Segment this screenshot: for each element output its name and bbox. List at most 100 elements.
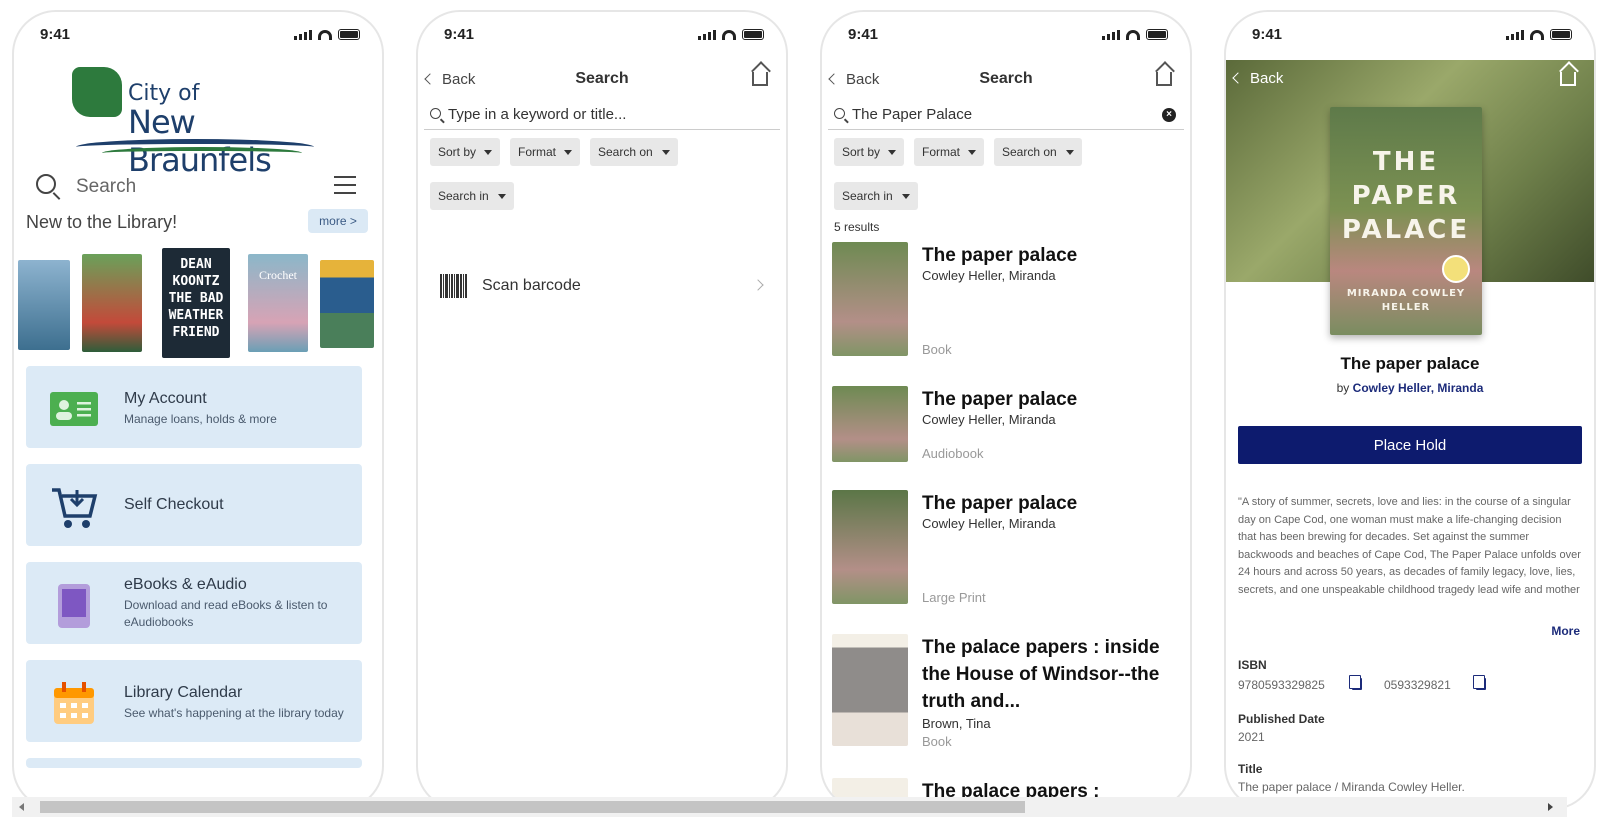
chevron-left-icon (1232, 72, 1244, 84)
format-dropdown[interactable]: Format (914, 138, 984, 166)
back-label: Back (1250, 70, 1284, 87)
search-field[interactable]: Type in a keyword or title... (424, 102, 780, 130)
book-cover-4[interactable]: Crochet (248, 254, 308, 352)
hamburger-menu-icon[interactable] (334, 176, 356, 194)
home-icon[interactable] (1156, 72, 1172, 86)
result-cover[interactable] (832, 490, 908, 604)
home-icon[interactable] (1560, 72, 1576, 86)
result-format: Book (922, 734, 952, 749)
book-cover-3-title: DEAN KOONTZ THE BAD WEATHER FRIEND (168, 257, 224, 340)
author-link[interactable]: Cowley Heller, Miranda (1353, 381, 1484, 395)
caret-down-icon (968, 150, 976, 155)
cover-title-line-3: PALACE (1341, 215, 1471, 245)
caret-down-icon (564, 150, 572, 155)
place-hold-button[interactable]: Place Hold (1238, 426, 1582, 464)
book-cover-3[interactable]: DEAN KOONTZ THE BAD WEATHER FRIEND (162, 248, 230, 358)
more-link[interactable]: More (1551, 624, 1580, 638)
copy-icon[interactable] (1473, 675, 1486, 690)
nav-bar: Back Search (418, 68, 786, 98)
signal-icon (294, 30, 312, 40)
scroll-right-arrow-icon[interactable] (1548, 803, 1553, 811)
nav-title: Search (979, 70, 1033, 87)
published-date-value: 2021 (1238, 730, 1265, 744)
book-club-badge (1442, 255, 1470, 283)
format-dropdown[interactable]: Format (510, 138, 580, 166)
result-item[interactable]: The paper palace Cowley Heller, Miranda … (832, 242, 1180, 362)
search-on-dropdown[interactable]: Search on (590, 138, 678, 166)
menu-my-account-title: My Account (124, 390, 207, 407)
signal-icon (1102, 30, 1120, 40)
menu-my-account-subtitle: Manage loans, holds & more (124, 412, 277, 426)
result-title[interactable]: The paper palace (922, 490, 1167, 517)
scan-barcode-row[interactable]: Scan barcode (440, 274, 770, 300)
menu-self-checkout[interactable]: Self Checkout (26, 464, 362, 546)
menu-ebooks-subtitle: Download and read eBooks & listen to eAu… (124, 598, 328, 629)
home-search-input[interactable]: Search (76, 176, 136, 198)
phone-search-screen: 9:41 Back Search Type in a keyword or ti… (416, 10, 788, 810)
search-icon[interactable] (36, 174, 56, 194)
result-item[interactable]: The paper palace Cowley Heller, Miranda … (832, 490, 1180, 610)
home-search-row[interactable]: Search (32, 170, 364, 206)
battery-icon (742, 29, 764, 40)
signal-icon (1506, 30, 1524, 40)
wifi-icon (1126, 30, 1140, 40)
sort-by-dropdown[interactable]: Sort by (430, 138, 500, 166)
menu-next-partial[interactable] (26, 758, 362, 768)
status-time: 9:41 (1252, 26, 1283, 43)
new-items-carousel[interactable]: DEAN KOONTZ THE BAD WEATHER FRIEND Croch… (18, 248, 374, 360)
battery-icon (338, 29, 360, 40)
book-cover-1[interactable] (18, 260, 70, 350)
search-icon (430, 108, 441, 119)
scroll-left-arrow-icon[interactable] (19, 803, 24, 811)
detail-title: The paper palace (1340, 354, 1480, 373)
result-title[interactable]: The palace papers : inside the House of … (922, 634, 1167, 715)
result-format: Audiobook (922, 446, 984, 461)
caret-down-icon (662, 150, 670, 155)
book-cover-2[interactable] (82, 254, 142, 352)
caret-down-icon (888, 150, 896, 155)
search-on-dropdown[interactable]: Search on (994, 138, 1082, 166)
published-date-label: Published Date (1238, 712, 1325, 726)
caret-down-icon (498, 194, 506, 199)
clear-search-icon[interactable]: × (1162, 108, 1176, 122)
scrollbar-thumb[interactable] (40, 801, 1025, 813)
result-format: Book (922, 342, 952, 357)
wifi-icon (722, 30, 736, 40)
tablet-icon (50, 584, 98, 628)
status-icons (698, 29, 764, 40)
result-cover[interactable] (832, 242, 908, 356)
cart-icon (50, 486, 98, 528)
status-bar: 9:41 (418, 26, 786, 46)
result-cover[interactable] (832, 386, 908, 462)
search-in-dropdown[interactable]: Search in (430, 182, 514, 210)
wifi-icon (318, 30, 332, 40)
home-icon[interactable] (752, 72, 768, 86)
menu-library-calendar[interactable]: Library Calendar See what's happening at… (26, 660, 362, 742)
result-cover[interactable] (832, 634, 908, 746)
title-label: Title (1238, 762, 1263, 776)
copy-icon[interactable] (1349, 675, 1362, 690)
more-button[interactable]: more > (308, 209, 368, 233)
search-input-value[interactable]: The Paper Palace (852, 106, 972, 123)
result-title[interactable]: The paper palace (922, 386, 1167, 413)
caret-down-icon (902, 194, 910, 199)
menu-ebooks-title: eBooks & eAudio (124, 576, 247, 593)
back-button[interactable]: Back (1232, 70, 1284, 87)
search-field[interactable]: The Paper Palace × (828, 102, 1184, 130)
book-cover-4-title: Crochet (259, 268, 297, 282)
result-author: Cowley Heller, Miranda (922, 516, 1056, 531)
search-input-placeholder[interactable]: Type in a keyword or title... (448, 106, 626, 123)
menu-my-account[interactable]: My Account Manage loans, holds & more (26, 366, 362, 448)
menu-ebooks[interactable]: eBooks & eAudio Download and read eBooks… (26, 562, 362, 644)
isbn-1-value: 9780593329825 (1238, 678, 1325, 692)
result-item[interactable]: The palace papers : inside the House of … (832, 634, 1180, 754)
tree-logo-icon (72, 67, 122, 117)
result-item[interactable]: The paper palace Cowley Heller, Miranda … (832, 386, 1180, 466)
book-cover-5[interactable] (320, 260, 374, 348)
menu-calendar-title: Library Calendar (124, 684, 243, 701)
sort-by-dropdown[interactable]: Sort by (834, 138, 904, 166)
search-in-dropdown[interactable]: Search in (834, 182, 918, 210)
caret-down-icon (1066, 150, 1074, 155)
result-title[interactable]: The paper palace (922, 242, 1167, 269)
horizontal-scrollbar[interactable] (12, 797, 1567, 817)
